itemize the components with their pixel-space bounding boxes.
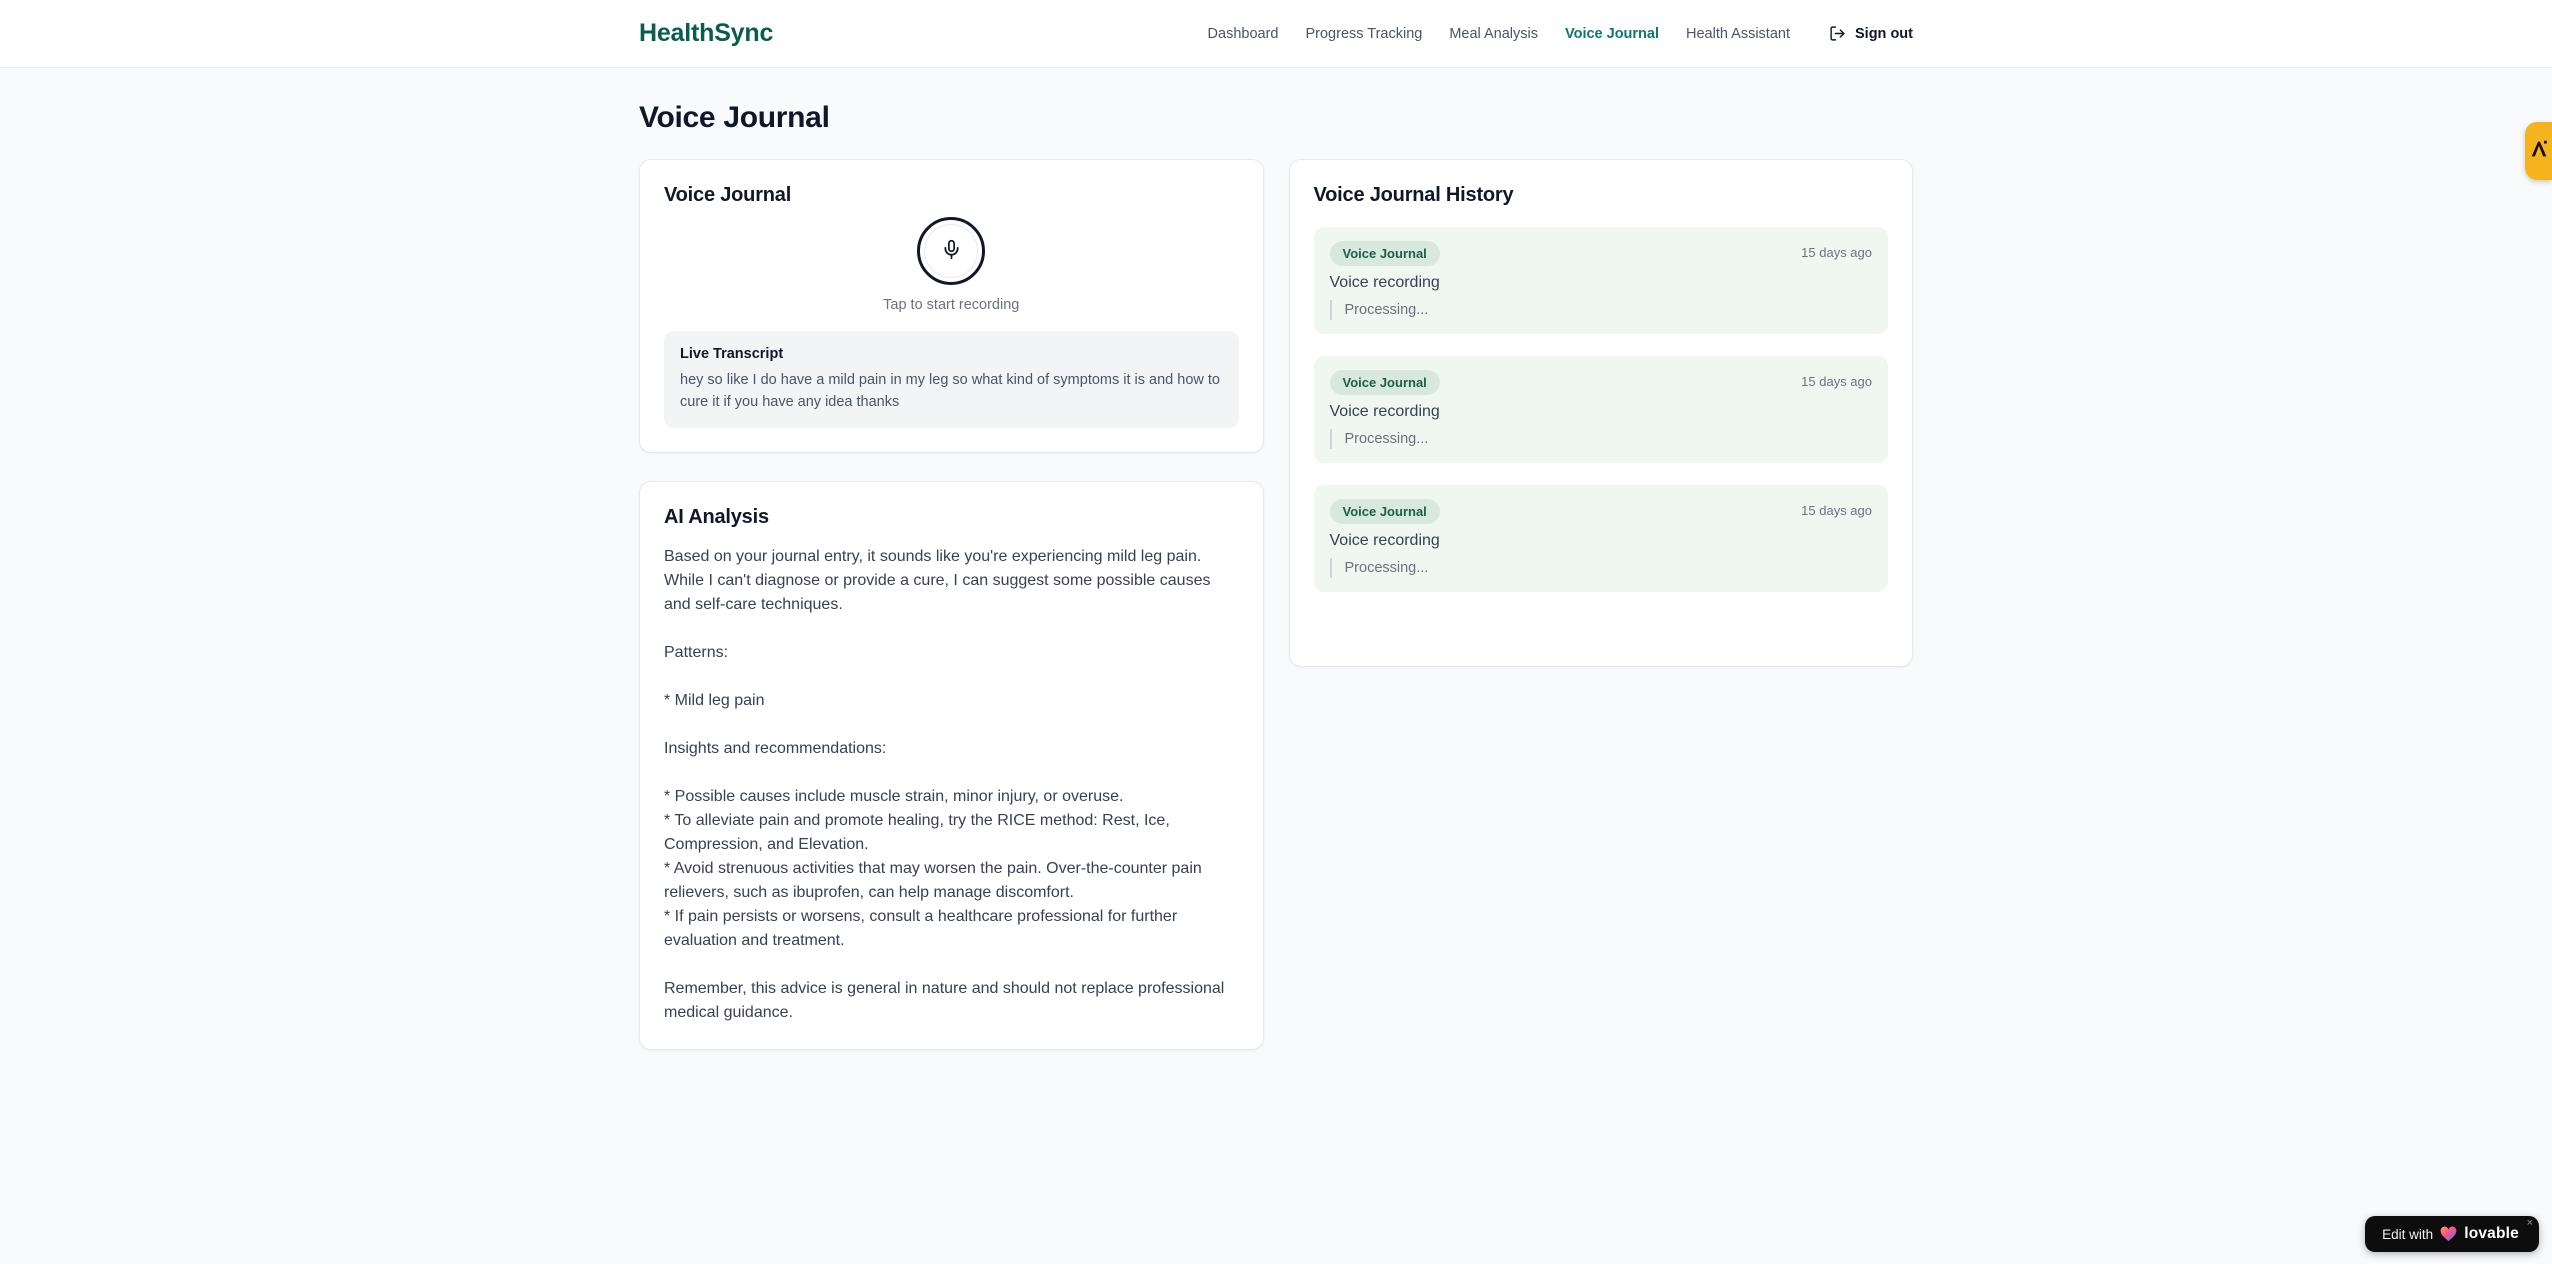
voice-journal-page: Voice Journal Voice Journal Tap to start… [639,68,1913,1050]
nav-health-assistant[interactable]: Health Assistant [1686,26,1790,42]
tap-to-record-hint: Tap to start recording [883,297,1020,313]
live-transcript-text: hey so like I do have a mild pain in my … [680,372,1220,410]
live-transcript-box: Live Transcript hey so like I do have a … [664,331,1239,428]
history-entry[interactable]: Voice Journal 15 days ago Voice recordin… [1313,485,1888,592]
entry-status: Processing... [1329,429,1873,449]
entry-timestamp: 15 days ago [1801,503,1872,518]
voice-recorder-card: Voice Journal Tap to start recording Liv… [639,159,1264,453]
edit-with-lovable-badge[interactable]: Edit with lovable × [2365,1216,2539,1252]
entry-type-badge: Voice Journal [1329,370,1440,395]
nav-meal-analysis[interactable]: Meal Analysis [1449,26,1538,42]
ai-analysis-card: AI Analysis Based on your journal entry,… [639,481,1264,1050]
history-entry[interactable]: Voice Journal 15 days ago Voice recordin… [1313,356,1888,463]
nav-voice-journal[interactable]: Voice Journal [1565,26,1659,42]
nav-progress-tracking[interactable]: Progress Tracking [1305,26,1422,42]
entry-type-badge: Voice Journal [1329,499,1440,524]
entry-type-badge: Voice Journal [1329,241,1440,266]
live-transcript-title: Live Transcript [680,346,784,362]
history-card-title: Voice Journal History [1313,184,1514,206]
recorder-card-title: Voice Journal [664,184,792,206]
left-column: Voice Journal Tap to start recording Liv… [639,159,1264,1050]
ai-analysis-body: Based on your journal entry, it sounds l… [664,548,1225,1021]
close-icon[interactable]: × [2527,1218,2533,1229]
lovable-wordmark: lovable [2464,1225,2519,1242]
entry-title: Voice recording [1329,274,1440,291]
extension-logo-icon [2525,138,2550,165]
right-column: Voice Journal History Voice Journal 15 d… [1288,159,1913,667]
ai-analysis-title: AI Analysis [664,506,769,528]
entry-title: Voice recording [1329,532,1440,549]
page-title: Voice Journal [639,101,830,134]
sign-out-label: Sign out [1855,25,1913,42]
record-button[interactable] [917,217,986,285]
voice-journal-history-card: Voice Journal History Voice Journal 15 d… [1288,159,1913,667]
heart-icon [2440,1226,2457,1242]
entry-timestamp: 15 days ago [1801,374,1872,389]
history-entry-list: Voice Journal 15 days ago Voice recordin… [1313,227,1888,592]
lovable-badge-prefix: Edit with [2382,1226,2434,1242]
top-navbar: HealthSync Dashboard Progress Tracking M… [0,0,2552,68]
log-out-icon [1829,25,1846,42]
microphone-icon [941,239,962,263]
nav-dashboard[interactable]: Dashboard [1208,26,1279,42]
app-logo[interactable]: HealthSync [639,19,773,48]
history-entry[interactable]: Voice Journal 15 days ago Voice recordin… [1313,227,1888,334]
browser-extension-tab[interactable] [2525,122,2552,180]
entry-status: Processing... [1329,558,1873,578]
sign-out-button[interactable]: Sign out [1829,25,1913,42]
entry-title: Voice recording [1329,403,1440,420]
main-nav: Dashboard Progress Tracking Meal Analysi… [1208,25,1913,42]
entry-status: Processing... [1329,300,1873,320]
entry-timestamp: 15 days ago [1801,245,1872,260]
